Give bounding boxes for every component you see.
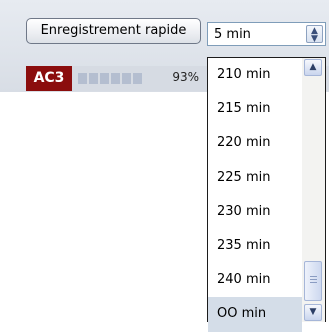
dropdown-option[interactable]: 215 min [208, 92, 302, 126]
dropdown-option[interactable]: 240 min [208, 263, 302, 297]
quick-record-button[interactable]: Enregistrement rapide [26, 18, 201, 44]
dropdown-option[interactable]: 220 min [208, 126, 302, 160]
audio-format-badge: AC3 [26, 66, 72, 91]
duration-select[interactable]: 5 min ▲ ▼ [207, 22, 326, 46]
scroll-up-arrow-icon[interactable]: ▲ [304, 59, 322, 76]
double-chevron-icon[interactable]: ▲ ▼ [306, 25, 323, 44]
dropdown-scrollbar[interactable]: ▲ ▼ [302, 58, 325, 322]
level-percent: 93% [172, 70, 199, 84]
grip-icon [310, 276, 317, 285]
dropdown-option[interactable]: 225 min [208, 161, 302, 195]
dropdown-option[interactable]: OO min [208, 297, 302, 332]
dropdown-option[interactable]: 210 min [208, 58, 302, 92]
dropdown-option[interactable]: 235 min [208, 229, 302, 263]
level-meter-blocks [78, 73, 142, 84]
level-meter: 93% [72, 66, 207, 91]
scrollbar-thumb[interactable] [304, 261, 322, 301]
duration-select-value: 5 min [214, 27, 251, 42]
dropdown-option[interactable]: 230 min [208, 195, 302, 229]
duration-dropdown-list[interactable]: 210 min 215 min 220 min 225 min 230 min 235 m… [207, 57, 326, 332]
dropdown-options: 210 min 215 min 220 min 225 min 230 min 235 m… [208, 58, 302, 332]
scroll-down-arrow-icon[interactable]: ▼ [304, 304, 322, 321]
